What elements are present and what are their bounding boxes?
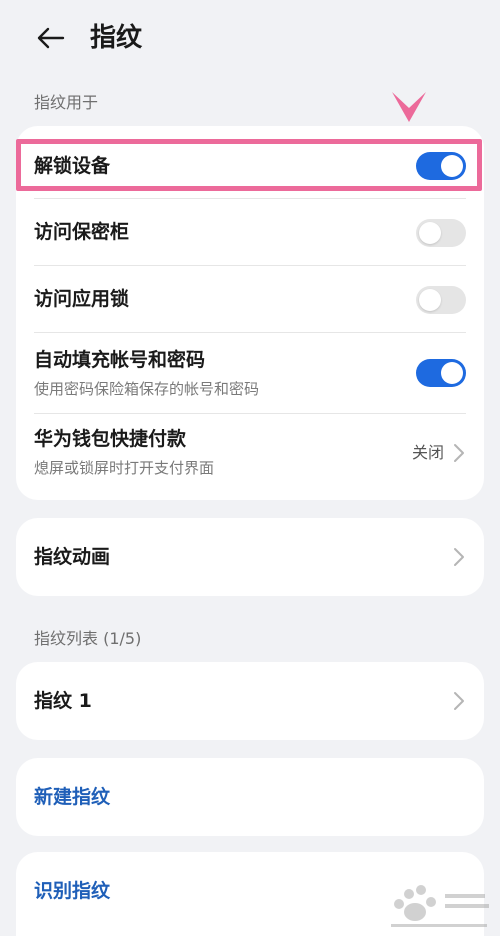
chevron-right-icon — [454, 692, 464, 710]
page-title: 指纹 — [90, 23, 143, 53]
fingerprint-item-label: 指纹 1 — [34, 690, 92, 712]
unlock-device-toggle[interactable] — [416, 152, 466, 180]
row-access-safe[interactable]: 访问保密柜 — [16, 199, 484, 265]
wallet-status-value: 关闭 — [411, 443, 444, 462]
section-label-fingerprint-list: 指纹列表 (1/5) — [34, 629, 142, 648]
app-header: 指纹 — [0, 0, 500, 76]
row-access-app-lock[interactable]: 访问应用锁 — [16, 266, 484, 332]
access-app-lock-toggle[interactable] — [416, 286, 466, 314]
fingerprint-animation-label: 指纹动画 — [34, 546, 111, 568]
chevron-right-icon — [454, 444, 464, 462]
access-safe-toggle[interactable] — [416, 219, 466, 247]
autofill-toggle[interactable] — [416, 359, 466, 387]
row-title: 解锁设备 — [34, 155, 111, 177]
chevron-right-icon — [454, 548, 464, 566]
fingerprint-list-card[interactable]: 指纹 1 — [16, 662, 484, 740]
row-subtitle: 熄屏或锁屏时打开支付界面 — [34, 459, 215, 477]
back-arrow-icon — [37, 27, 65, 49]
back-button[interactable] — [28, 18, 72, 58]
identify-fingerprint-label: 识别指纹 — [34, 880, 111, 902]
section-label-usage: 指纹用于 — [34, 93, 99, 112]
row-title: 华为钱包快捷付款 — [34, 428, 187, 450]
pointer-arrow-icon — [392, 92, 426, 122]
row-subtitle: 使用密码保险箱保存的帐号和密码 — [34, 380, 260, 398]
usage-card: 解锁设备 访问保密柜 访问应用锁 自动填充帐号和密码 使用密码保险箱保存的帐号和… — [16, 126, 484, 500]
animation-card[interactable]: 指纹动画 — [16, 518, 484, 596]
row-wallet-quick-pay[interactable]: 华为钱包快捷付款 熄屏或锁屏时打开支付界面 关闭 — [16, 414, 484, 500]
row-autofill[interactable]: 自动填充帐号和密码 使用密码保险箱保存的帐号和密码 — [16, 333, 484, 413]
row-title: 自动填充帐号和密码 — [34, 349, 206, 371]
row-unlock-device[interactable]: 解锁设备 — [16, 126, 484, 198]
watermark-logo-icon — [391, 885, 489, 927]
new-fingerprint-label: 新建指纹 — [34, 786, 111, 808]
row-title: 访问应用锁 — [34, 288, 130, 310]
new-fingerprint-button[interactable]: 新建指纹 — [16, 758, 484, 836]
row-title: 访问保密柜 — [34, 221, 130, 243]
